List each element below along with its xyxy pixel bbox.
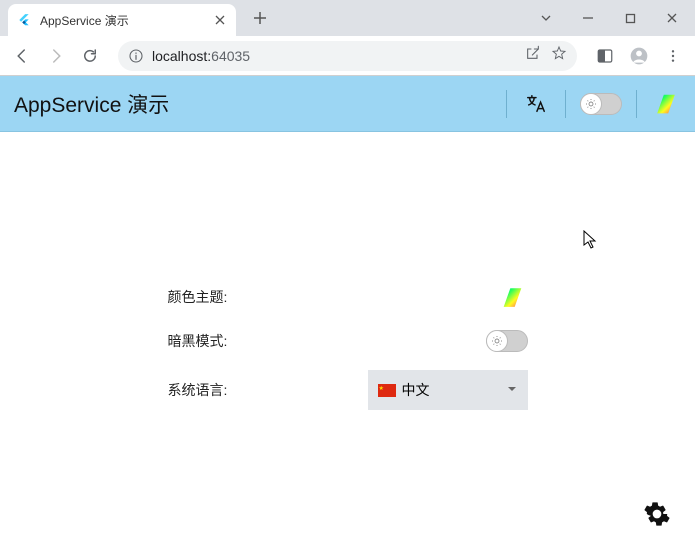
translate-icon[interactable] xyxy=(521,89,551,119)
theme-rainbow-icon[interactable] xyxy=(651,89,681,119)
tab-strip: AppService 演示 xyxy=(0,0,695,36)
back-button[interactable] xyxy=(8,42,36,70)
language-label: 系统语言: xyxy=(168,380,298,400)
browser-chrome: AppService 演示 localhost:64035 xyxy=(0,0,695,76)
app-content: 颜色主题: 暗黑模式: 系统语言: 中文 xyxy=(0,132,695,552)
app-header: AppService 演示 xyxy=(0,76,695,132)
language-select[interactable]: 中文 xyxy=(368,370,528,410)
dark-mode-row: 暗黑模式: xyxy=(168,330,528,352)
settings-fab[interactable] xyxy=(643,500,671,528)
page-title: AppService 演示 xyxy=(14,89,492,119)
header-dark-mode-toggle[interactable] xyxy=(580,93,622,115)
bookmark-icon[interactable] xyxy=(551,45,567,66)
divider xyxy=(636,90,637,118)
url-text: localhost:64035 xyxy=(152,48,250,64)
browser-tab[interactable]: AppService 演示 xyxy=(8,4,236,36)
close-window-button[interactable] xyxy=(655,6,689,30)
forward-button[interactable] xyxy=(42,42,70,70)
sun-icon xyxy=(486,330,508,352)
window-controls xyxy=(529,0,689,36)
site-info-icon[interactable] xyxy=(128,48,144,64)
chevron-down-icon[interactable] xyxy=(529,6,563,30)
sun-icon xyxy=(580,93,602,115)
color-theme-row: 颜色主题: xyxy=(168,282,528,312)
tab-title: AppService 演示 xyxy=(40,12,204,29)
address-bar[interactable]: localhost:64035 xyxy=(118,41,577,71)
divider xyxy=(506,90,507,118)
share-icon[interactable] xyxy=(525,45,541,66)
chevron-down-icon xyxy=(506,382,518,398)
flutter-favicon-icon xyxy=(16,12,32,28)
dark-mode-toggle[interactable] xyxy=(486,330,528,352)
new-tab-button[interactable] xyxy=(246,4,274,32)
browser-toolbar: localhost:64035 xyxy=(0,36,695,76)
profile-icon[interactable] xyxy=(625,42,653,70)
mouse-cursor-icon xyxy=(583,230,599,255)
language-value: 中文 xyxy=(402,380,430,400)
color-theme-label: 颜色主题: xyxy=(168,287,298,307)
divider xyxy=(565,90,566,118)
maximize-button[interactable] xyxy=(613,6,647,30)
theme-rainbow-icon[interactable] xyxy=(498,282,528,312)
menu-dots-icon[interactable] xyxy=(659,42,687,70)
panel-icon[interactable] xyxy=(591,42,619,70)
minimize-button[interactable] xyxy=(571,6,605,30)
tab-close-icon[interactable] xyxy=(212,12,228,28)
china-flag-icon xyxy=(378,384,396,397)
reload-button[interactable] xyxy=(76,42,104,70)
language-row: 系统语言: 中文 xyxy=(168,370,528,410)
dark-mode-label: 暗黑模式: xyxy=(168,331,298,351)
settings-form: 颜色主题: 暗黑模式: 系统语言: 中文 xyxy=(0,282,695,410)
